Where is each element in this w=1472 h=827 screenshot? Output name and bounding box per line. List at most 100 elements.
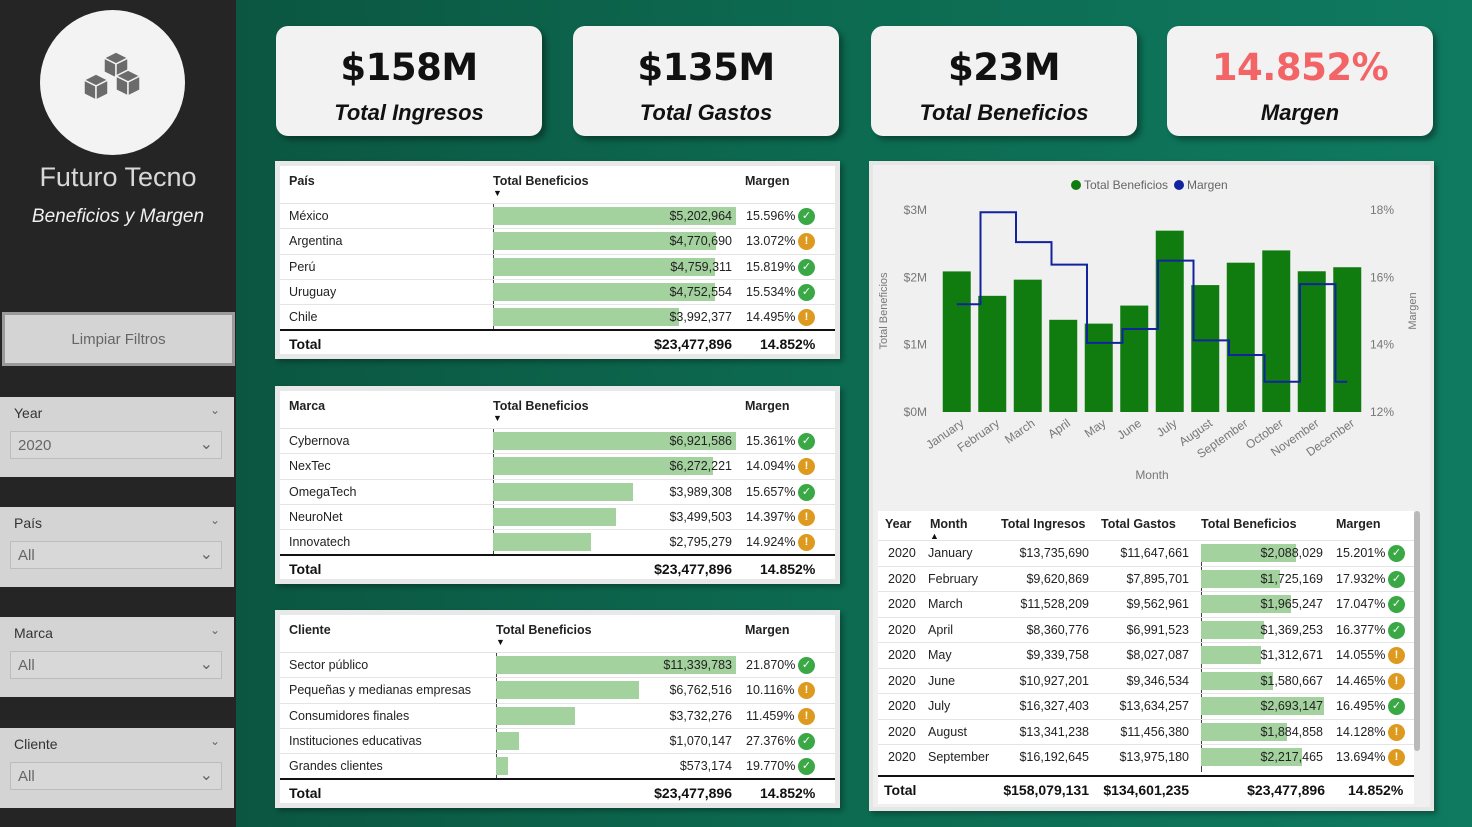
row-margin: 15.819% bbox=[746, 259, 796, 274]
cell-ingresos: $10,927,201 bbox=[1019, 673, 1089, 688]
bar-december bbox=[1333, 267, 1362, 412]
table-marca: Marca Total Beneficios ▼ Margen Cybernova $6,… bbox=[275, 386, 840, 584]
cell-gastos: $9,562,961 bbox=[1126, 597, 1189, 611]
y-tick-label: $0M bbox=[904, 405, 927, 419]
column-header[interactable]: Month bbox=[930, 517, 967, 531]
kpi-value: $23M bbox=[947, 46, 1061, 89]
table-row[interactable]: 2020 August $13,341,238 $11,456,380 $1,884,8… bbox=[878, 718, 1414, 744]
app-title: Futuro Tecno bbox=[39, 162, 197, 192]
total-value: $23,477,896 bbox=[654, 561, 732, 577]
total-row: Total $23,477,896 14.852% bbox=[280, 778, 835, 805]
row-label: México bbox=[289, 209, 329, 223]
table-row[interactable]: Perú $4,759,311 15.819% ✓ bbox=[280, 253, 835, 279]
marca-dropdown[interactable]: All ⌄ bbox=[10, 651, 222, 679]
row-label: Uruguay bbox=[289, 284, 337, 299]
cell-beneficios: $2,217,465 bbox=[1260, 750, 1323, 764]
kpi-margen: 14.852% Margen bbox=[1167, 26, 1433, 136]
row-margin: 27.376% bbox=[746, 733, 796, 748]
table-row[interactable]: México $5,202,964 15.596% ✓ bbox=[280, 203, 835, 228]
dropdown-value: All bbox=[18, 546, 35, 564]
year-dropdown[interactable]: 2020 ⌄ bbox=[10, 431, 222, 459]
kpi-label: Margen bbox=[1260, 100, 1340, 125]
cell-margin: 14.465% bbox=[1336, 673, 1386, 688]
total-value: $23,477,896 bbox=[654, 785, 732, 801]
table-row[interactable]: 2020 May $9,339,758 $8,027,087 $1,312,671 14.… bbox=[878, 642, 1414, 667]
x-tick-label: July bbox=[1154, 416, 1180, 440]
cell-year: 2020 bbox=[888, 750, 916, 764]
table-row[interactable]: 2020 July $16,327,403 $13,634,257 $2,693,147… bbox=[878, 693, 1414, 718]
kpi-total-gastos: $135M Total Gastos bbox=[573, 26, 839, 136]
row-value: $3,499,503 bbox=[669, 509, 732, 524]
row-margin: 14.397% bbox=[746, 509, 796, 524]
column-header[interactable]: Margen bbox=[1336, 517, 1380, 531]
row-value: $2,795,279 bbox=[669, 535, 732, 550]
chevron-down-icon[interactable]: ⌄ bbox=[210, 513, 220, 527]
cell-year: 2020 bbox=[888, 724, 916, 739]
table-row[interactable]: Uruguay $4,752,554 15.534% ✓ bbox=[280, 278, 835, 304]
row-value: $5,202,964 bbox=[669, 209, 732, 223]
table-row[interactable]: Pequeñas y medianas empresas $6,762,516 10… bbox=[280, 677, 835, 702]
table-row[interactable]: 2020 March $11,528,209 $9,562,961 $1,965,247… bbox=[878, 591, 1414, 616]
pais-dropdown[interactable]: All ⌄ bbox=[10, 541, 222, 569]
row-value: $6,921,586 bbox=[669, 434, 732, 448]
cell-year: 2020 bbox=[888, 546, 916, 560]
total-margin: 14.852% bbox=[760, 561, 816, 577]
x-tick-label: May bbox=[1082, 416, 1109, 440]
table-row[interactable]: Sector público $11,339,783 21.870% ✓ bbox=[280, 652, 835, 677]
cell-gastos: $13,975,180 bbox=[1119, 750, 1189, 764]
table-row[interactable]: Argentina $4,770,690 13.072%! bbox=[280, 228, 835, 253]
dropdown-value: All bbox=[18, 767, 35, 785]
row-label: Perú bbox=[289, 259, 316, 274]
cell-gastos: $11,456,380 bbox=[1120, 724, 1189, 739]
data-bar bbox=[493, 533, 592, 552]
data-bar bbox=[496, 757, 509, 776]
kpi-total-ingresos: $158M Total Ingresos bbox=[276, 26, 542, 136]
table-row[interactable]: 2020 April $8,360,776 $6,991,523 $1,369,253 1… bbox=[878, 616, 1414, 642]
data-bar bbox=[493, 308, 680, 327]
table-row[interactable]: Consumidores finales $3,732,276 11.459%! bbox=[280, 702, 835, 728]
dropdown-value: All bbox=[18, 656, 35, 674]
column-header[interactable]: Total Beneficios bbox=[1201, 517, 1297, 531]
column-header[interactable]: Total Gastos bbox=[1101, 517, 1176, 531]
y-right-tick-label: 14% bbox=[1370, 338, 1394, 352]
cell-beneficios: $1,369,253 bbox=[1260, 622, 1323, 637]
chevron-down-icon[interactable]: ⌄ bbox=[210, 623, 220, 637]
table-row[interactable]: 2020 June $10,927,201 $9,346,534 $1,580,667 1… bbox=[878, 667, 1414, 693]
table-row[interactable]: Grandes clientes $573,174 19.770% ✓ bbox=[280, 753, 835, 778]
bar-october bbox=[1262, 250, 1291, 412]
bar-august bbox=[1191, 285, 1220, 412]
table-scrollbar[interactable] bbox=[1414, 511, 1420, 751]
table-row[interactable]: Cybernova $6,921,586 15.361% ✓ bbox=[280, 428, 835, 453]
cell-margin: 16.495% bbox=[1336, 699, 1386, 713]
row-label: Instituciones educativas bbox=[289, 733, 422, 748]
y-right-tick-label: 12% bbox=[1370, 405, 1394, 419]
column-header[interactable]: Total Ingresos bbox=[1001, 517, 1086, 531]
row-value: $4,770,690 bbox=[669, 234, 732, 249]
cell-margin: 17.047% bbox=[1336, 597, 1386, 611]
check-circle-icon: ✓ bbox=[798, 433, 815, 450]
row-label: Chile bbox=[289, 310, 318, 325]
table-row[interactable]: Chile $3,992,377 14.495%! bbox=[280, 304, 835, 329]
slicer-pais: País ⌄ All ⌄ bbox=[0, 507, 234, 587]
row-label: NexTec bbox=[289, 459, 331, 474]
table-row[interactable]: OmegaTech $3,989,308 15.657% ✓ bbox=[280, 478, 835, 504]
row-label: OmegaTech bbox=[289, 484, 357, 499]
total-row: Total $23,477,896 14.852% bbox=[280, 329, 835, 356]
table-row[interactable]: 2020 January $13,735,690 $11,647,661 $2,088,… bbox=[878, 540, 1414, 565]
table-row[interactable]: Innovatech $2,795,279 14.924%! bbox=[280, 529, 835, 554]
table-row[interactable]: 2020 February $9,620,869 $7,895,701 $1,725,1… bbox=[878, 565, 1414, 591]
chevron-down-icon[interactable]: ⌄ bbox=[210, 403, 220, 417]
table-row[interactable]: NeuroNet $3,499,503 14.397%! bbox=[280, 503, 835, 529]
clear-filters-button[interactable]: Limpiar Filtros bbox=[2, 312, 235, 366]
cell-year: 2020 bbox=[888, 648, 916, 662]
table-row[interactable]: NexTec $6,272,221 14.094%! bbox=[280, 453, 835, 478]
table-row[interactable]: Instituciones educativas $1,070,147 27.376… bbox=[280, 727, 835, 753]
chevron-down-icon[interactable]: ⌄ bbox=[210, 734, 220, 748]
cell-year: 2020 bbox=[888, 571, 916, 586]
check-circle-icon: ✓ bbox=[798, 758, 815, 776]
table-row[interactable]: 2020 September $16,192,645 $13,975,180 $2,21… bbox=[878, 744, 1414, 769]
cell-gastos: $8,027,087 bbox=[1126, 648, 1189, 662]
column-header[interactable]: Year bbox=[885, 517, 911, 531]
cliente-dropdown[interactable]: All ⌄ bbox=[10, 762, 222, 790]
bar-march bbox=[1013, 279, 1042, 412]
